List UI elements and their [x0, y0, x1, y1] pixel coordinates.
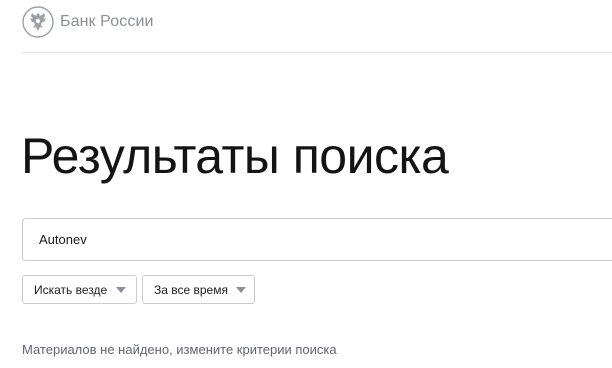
- chevron-down-icon: [116, 286, 126, 293]
- site-header: Банк России: [0, 0, 612, 53]
- search-input[interactable]: [39, 219, 599, 260]
- filter-bar: Искать везде За все время: [22, 275, 255, 304]
- brand-name: Банк России: [60, 13, 154, 30]
- scope-select-label: Искать везде: [34, 282, 108, 297]
- period-select[interactable]: За все время: [142, 275, 255, 304]
- period-select-label: За все время: [154, 282, 228, 297]
- header-divider: [22, 52, 612, 53]
- scope-select[interactable]: Искать везде: [22, 275, 137, 304]
- bank-emblem-icon: [22, 6, 54, 38]
- search-box: [22, 218, 612, 261]
- no-results-message: Материалов не найдено, измените критерии…: [22, 342, 337, 357]
- page-title: Результаты поиска: [21, 128, 449, 184]
- logo-link[interactable]: Банк России: [22, 6, 154, 38]
- chevron-down-icon: [235, 286, 246, 293]
